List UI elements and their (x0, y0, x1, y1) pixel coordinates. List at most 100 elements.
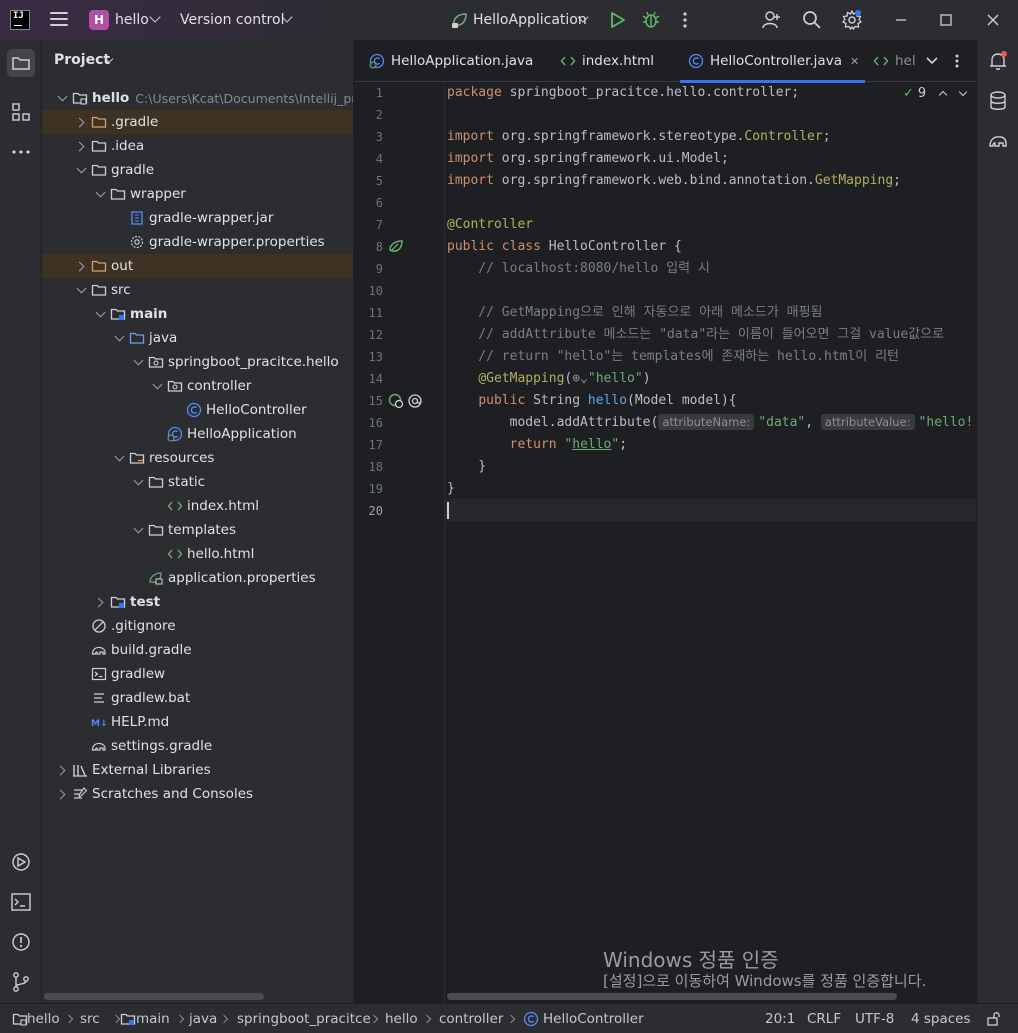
breadcrumb-item[interactable]: hello (27, 1011, 60, 1027)
chevron-right-icon[interactable] (54, 786, 70, 802)
chevron-down-icon[interactable] (54, 90, 70, 106)
file-encoding[interactable]: UTF-8 (855, 1011, 894, 1027)
git-icon[interactable] (10, 971, 32, 993)
request-mapping-gutter-icon[interactable] (388, 393, 404, 409)
version-control-menu[interactable]: Version control (180, 12, 284, 28)
tree-item[interactable]: gradle-wrapper.properties (42, 230, 353, 254)
editor-tab[interactable]: HelloController.java ✕ (680, 40, 866, 83)
chevron-down-icon[interactable] (925, 54, 939, 68)
close-tab-icon[interactable]: ✕ (850, 55, 859, 68)
tree-item[interactable]: resources (42, 446, 353, 470)
editor-tab[interactable]: hel (871, 40, 916, 82)
minimize-icon[interactable] (891, 10, 911, 30)
inspections-widget[interactable]: ✓ 9 (903, 86, 968, 101)
tree-item[interactable]: templates (42, 518, 353, 542)
tree-item[interactable]: hello C:\Users\Kcat\Documents\Intellij_pr (42, 86, 353, 110)
horizontal-scrollbar[interactable] (44, 993, 264, 1000)
tree-item[interactable]: gradlew.bat (42, 686, 353, 710)
chevron-down-icon[interactable] (92, 186, 108, 202)
editor-tab[interactable]: HelloApplication.java (367, 40, 533, 82)
breadcrumb-item[interactable]: HelloController (543, 1011, 644, 1027)
tree-item[interactable]: M↓ HELP.md (42, 710, 353, 734)
project-panel-title[interactable]: Project (54, 52, 110, 68)
tree-item[interactable]: .gradle (42, 110, 353, 134)
project-tool-button[interactable] (7, 49, 35, 77)
tree-item[interactable]: settings.gradle (42, 734, 353, 758)
code-area[interactable]: package springboot_pracitce.hello.contro… (447, 82, 976, 1003)
chevron-right-icon[interactable] (54, 762, 70, 778)
tree-item[interactable]: index.html (42, 494, 353, 518)
project-badge[interactable]: H (89, 10, 109, 30)
chevron-down-icon[interactable] (958, 87, 968, 97)
tree-item[interactable]: wrapper (42, 182, 353, 206)
chevron-down-icon[interactable] (130, 522, 146, 538)
editor-tab[interactable]: index.html (558, 40, 654, 82)
chevron-up-icon[interactable] (938, 90, 948, 100)
tree-item[interactable]: hello.html (42, 542, 353, 566)
breadcrumb-item[interactable]: springboot_pracitce (237, 1011, 371, 1027)
tree-item[interactable]: gradlew (42, 662, 353, 686)
chevron-down-icon[interactable] (92, 306, 108, 322)
debug-icon[interactable] (641, 10, 661, 30)
chevron-down-icon[interactable] (149, 378, 165, 394)
indent-setting[interactable]: 4 spaces (911, 1011, 971, 1027)
tree-item[interactable]: Scratches and Consoles (42, 782, 353, 806)
tree-item[interactable]: gradle (42, 158, 353, 182)
tree-item[interactable]: springboot_pracitce.hello (42, 350, 353, 374)
chevron-down-icon[interactable] (73, 162, 89, 178)
chevron-right-icon[interactable] (92, 594, 108, 610)
breadcrumb-item[interactable]: main (136, 1011, 170, 1027)
chevron-down-icon[interactable] (149, 11, 161, 23)
tree-item[interactable]: static (42, 470, 353, 494)
tree-item[interactable]: .idea (42, 134, 353, 158)
tree-item[interactable]: build.gradle (42, 638, 353, 662)
breadcrumb-item[interactable]: controller (439, 1011, 503, 1027)
tree-item[interactable]: gradle-wrapper.jar (42, 206, 353, 230)
tree-item[interactable]: controller (42, 374, 353, 398)
run-config-name[interactable]: HelloApplication (473, 12, 587, 28)
notifications-bell-icon[interactable] (987, 50, 1009, 72)
tree-item[interactable]: out (42, 254, 353, 278)
tree-item[interactable]: External Libraries (42, 758, 353, 782)
chevron-down-icon[interactable] (111, 330, 127, 346)
chevron-right-icon[interactable] (73, 114, 89, 130)
search-icon[interactable] (802, 10, 822, 30)
structure-icon[interactable] (10, 101, 32, 123)
problems-icon[interactable] (10, 931, 32, 953)
tree-item[interactable]: src (42, 278, 353, 302)
gradle-elephant-icon[interactable] (987, 130, 1009, 152)
close-icon[interactable] (983, 10, 1003, 30)
line-separator[interactable]: CRLF (807, 1011, 841, 1027)
more-actions-icon[interactable] (675, 10, 695, 30)
chevron-down-icon[interactable] (73, 282, 89, 298)
chevron-right-icon[interactable] (73, 258, 89, 274)
tab-options-icon[interactable] (952, 53, 962, 69)
at-sign-gutter-icon[interactable] (407, 393, 423, 409)
chevron-down-icon[interactable] (111, 450, 127, 466)
chevron-down-icon[interactable] (130, 474, 146, 490)
run-icon[interactable] (607, 10, 627, 30)
more-tools-icon[interactable] (10, 141, 32, 163)
breadcrumb-item[interactable]: java (189, 1011, 217, 1027)
spring-bean-gutter-icon[interactable] (388, 238, 404, 254)
tree-item[interactable]: HelloApplication (42, 422, 353, 446)
services-icon[interactable] (10, 851, 32, 873)
settings-gear-icon[interactable] (842, 10, 862, 30)
database-icon[interactable] (987, 90, 1009, 112)
tree-item[interactable]: application.properties (42, 566, 353, 590)
main-menu-icon[interactable] (50, 12, 68, 26)
chevron-right-icon[interactable] (73, 138, 89, 154)
breadcrumb-item[interactable]: hello (385, 1011, 418, 1027)
tree-item[interactable]: java (42, 326, 353, 350)
terminal-icon[interactable] (10, 891, 32, 913)
tree-item[interactable]: test (42, 590, 353, 614)
caret-position[interactable]: 20:1 (765, 1011, 795, 1027)
maximize-icon[interactable] (936, 10, 956, 30)
breadcrumb-item[interactable]: src (80, 1011, 100, 1027)
spring-run-config-icon[interactable] (450, 10, 470, 30)
tree-item[interactable]: main (42, 302, 353, 326)
horizontal-scrollbar[interactable] (447, 993, 897, 1000)
project-name[interactable]: hello (115, 12, 149, 28)
add-user-icon[interactable] (762, 10, 782, 30)
lock-icon[interactable] (986, 1011, 1002, 1027)
